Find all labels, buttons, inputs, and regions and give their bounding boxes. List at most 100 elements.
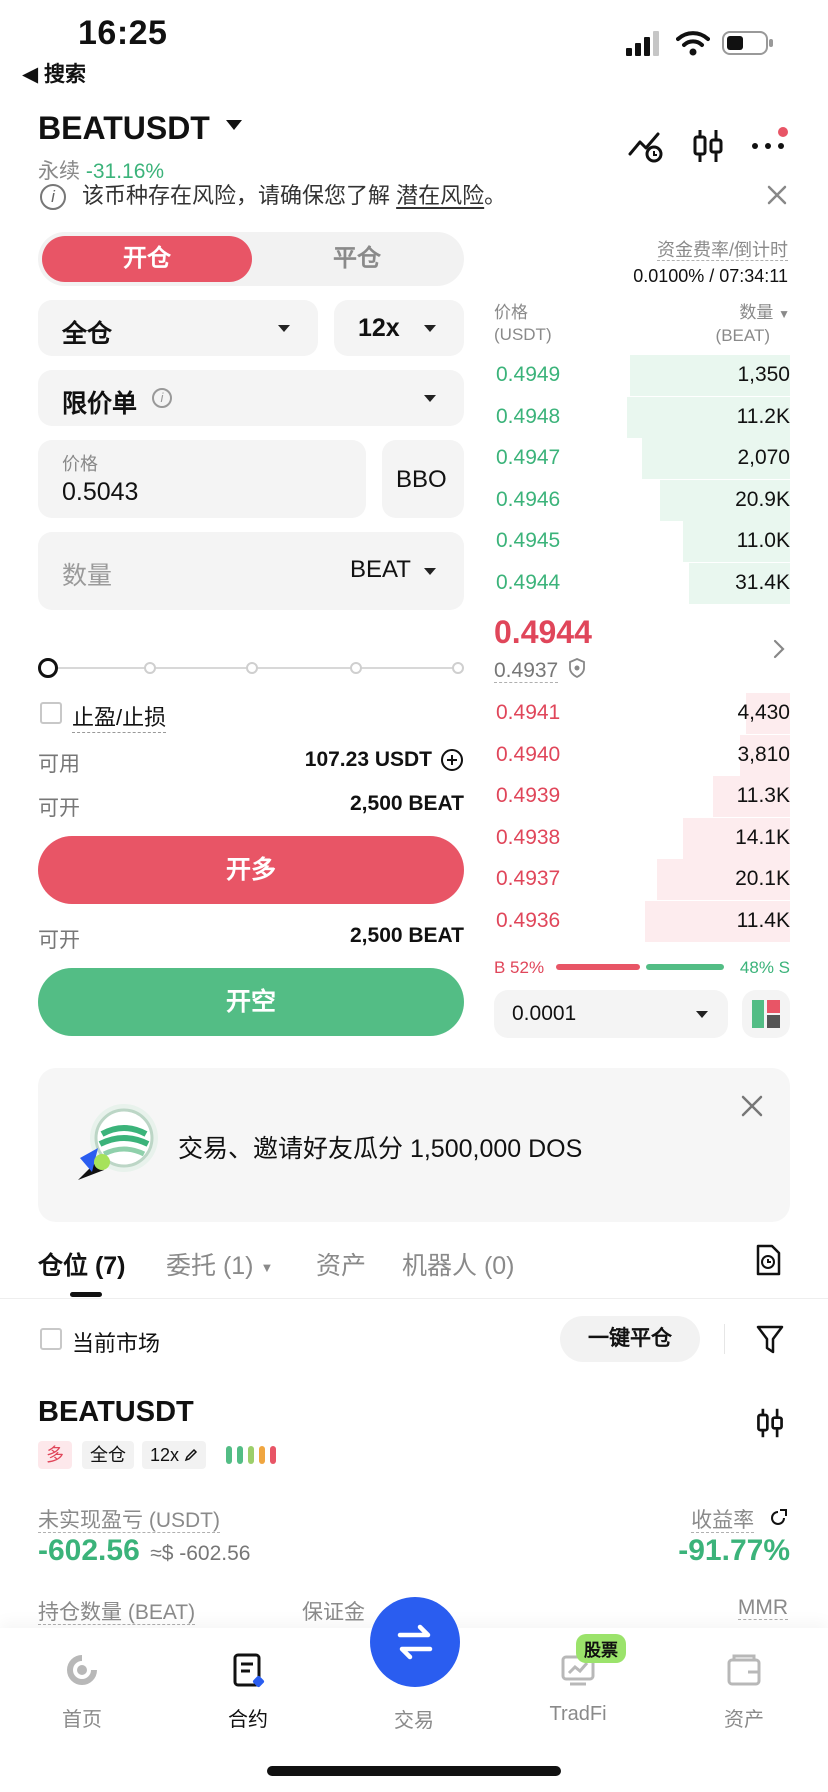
leverage-tag[interactable]: 12x <box>142 1441 207 1470</box>
nav-trade[interactable]: 交易 <box>354 1694 474 1733</box>
trade-fab[interactable] <box>370 1597 460 1687</box>
mark-price: 0.4937 <box>494 658 586 684</box>
filter-icon[interactable] <box>756 1324 784 1361</box>
ob-qty-header[interactable]: 数量 ▼ (BEAT) <box>716 302 790 347</box>
chevron-down-icon <box>278 325 290 332</box>
add-funds-icon[interactable] <box>440 748 464 777</box>
ask-quantity: 11.2K <box>736 404 790 428</box>
ask-quantity: 20.9K <box>735 487 790 511</box>
ask-quantity: 31.4K <box>735 571 790 594</box>
slider-stop-75[interactable] <box>350 662 362 674</box>
bid-row[interactable]: 0.4940 3,810 <box>494 734 790 776</box>
open-short-button[interactable]: 开空 <box>38 968 464 1036</box>
nav-assets-label: 资产 <box>724 1709 764 1731</box>
quantity-input[interactable]: 数量 BEAT <box>38 532 464 610</box>
slider-stop-50[interactable] <box>246 662 258 674</box>
ask-row[interactable]: 0.4944 31.4K <box>494 563 790 604</box>
notice-end: 。 <box>484 183 507 208</box>
margin-mode-select[interactable]: 全仓 <box>38 300 318 356</box>
risk-link[interactable]: 潜在风险 <box>396 183 484 208</box>
chevron-down-icon <box>424 568 436 575</box>
ask-quantity: 2,070 <box>737 446 790 470</box>
order-type-select[interactable]: 限价单 i <box>38 370 464 426</box>
status-time: 16:25 <box>78 14 168 52</box>
bid-row[interactable]: 0.4941 4,430 <box>494 693 790 734</box>
ob-price-label: 价格 <box>494 303 528 322</box>
notice-text: 该币种存在风险，请确保您了解 <box>82 183 391 208</box>
slider-stop-25[interactable] <box>144 662 156 674</box>
shield-icon <box>568 658 586 684</box>
tab-close-position[interactable]: 平仓 <box>252 236 462 282</box>
chevron-down-icon: ▼ <box>260 1259 274 1275</box>
current-market-checkbox[interactable] <box>40 1328 62 1350</box>
bid-row[interactable]: 0.4939 11.3K <box>494 776 790 818</box>
ask-row[interactable]: 0.4945 11.0K <box>494 521 790 563</box>
risk-level-icon <box>226 1444 280 1471</box>
symbol-title[interactable]: BEATUSDT <box>38 110 210 147</box>
bid-row[interactable]: 0.4938 14.1K <box>494 817 790 859</box>
open-long-button[interactable]: 开多 <box>38 836 464 904</box>
nav-home[interactable]: 首页 <box>22 1652 142 1732</box>
roi-label[interactable]: 收益率 <box>691 1504 788 1534</box>
nav-assets[interactable]: 资产 <box>684 1652 804 1732</box>
sell-ratio: 48% S <box>739 958 790 977</box>
ask-row[interactable]: 0.4947 2,070 <box>494 438 790 480</box>
leverage-select[interactable]: 12x <box>334 300 464 356</box>
symbol-dropdown-icon[interactable] <box>226 120 242 130</box>
risk-notice: i 该币种存在风险，请确保您了解 潜在风险。 <box>40 178 507 211</box>
tab-open-position[interactable]: 开仓 <box>42 236 252 282</box>
price-alert-icon[interactable] <box>628 128 664 164</box>
tab-positions[interactable]: 仓位 (7) <box>38 1246 126 1282</box>
bid-row[interactable]: 0.4936 11.4K <box>494 901 790 942</box>
more-menu-icon[interactable] <box>750 126 792 161</box>
history-icon[interactable] <box>754 1244 782 1281</box>
buy-ratio-bar <box>556 964 640 970</box>
close-all-button[interactable]: 一键平仓 <box>560 1316 700 1362</box>
back-to-search-link[interactable]: ◀ 搜索 <box>22 58 86 88</box>
nav-tradfi[interactable]: TradFi <box>518 1652 638 1726</box>
ask-row[interactable]: 0.4949 1,350 <box>494 355 790 396</box>
can-open-long-value: 2,500 BEAT <box>350 792 464 815</box>
quantity-unit[interactable]: BEAT <box>350 556 411 584</box>
bid-quantity: 11.4K <box>736 909 790 932</box>
price-input[interactable]: 价格 0.5043 <box>38 440 366 518</box>
tpsl-checkbox[interactable] <box>40 702 62 724</box>
bbo-button[interactable]: BBO <box>382 440 464 518</box>
quantity-placeholder: 数量 <box>62 562 113 590</box>
bid-price: 0.4940 <box>496 742 561 766</box>
precision-select[interactable]: 0.0001 <box>494 990 728 1038</box>
funding-value: 0.0100% / 07:34:11 <box>633 266 788 286</box>
bid-quantity: 20.1K <box>735 867 790 891</box>
close-banner-icon[interactable] <box>740 1094 764 1123</box>
tab-orders[interactable]: 委托 (1) ▼ <box>166 1246 273 1282</box>
bid-row[interactable]: 0.4937 20.1K <box>494 859 790 901</box>
nav-contract[interactable]: 合约 <box>188 1652 308 1732</box>
tab-bots[interactable]: 机器人 (0) <box>402 1246 515 1282</box>
chevron-right-icon[interactable] <box>772 638 786 665</box>
current-market-label[interactable]: 当前市场 <box>72 1326 160 1358</box>
slider-stop-100[interactable] <box>452 662 464 674</box>
ask-row[interactable]: 0.4948 11.2K <box>494 396 790 438</box>
nav-contract-label: 合约 <box>228 1709 268 1731</box>
tpsl-label[interactable]: 止盈/止损 <box>72 700 167 733</box>
ask-price: 0.4948 <box>496 404 561 428</box>
share-icon <box>768 1508 788 1534</box>
edit-icon <box>184 1442 198 1470</box>
tab-assets[interactable]: 资产 <box>316 1246 366 1282</box>
orderbook-layout-button[interactable] <box>742 990 790 1038</box>
nav-tradfi-label: TradFi <box>549 1703 607 1725</box>
position-chart-icon[interactable] <box>754 1406 786 1445</box>
buy-ratio: B 52% <box>494 958 545 977</box>
position-symbol[interactable]: BEATUSDT <box>38 1396 194 1429</box>
bid-price: 0.4938 <box>496 825 561 849</box>
ask-row[interactable]: 0.4946 20.9K <box>494 479 790 521</box>
roi-value: -91.77% <box>678 1534 790 1567</box>
available-value: 107.23 USDT <box>304 748 432 771</box>
close-notice-icon[interactable] <box>766 184 788 211</box>
candlestick-chart-icon[interactable] <box>690 128 726 164</box>
chevron-down-icon <box>424 395 436 402</box>
quantity-slider-handle[interactable] <box>38 658 58 678</box>
bbo-label: BBO <box>396 466 447 493</box>
nav-trade-label: 交易 <box>394 1710 434 1732</box>
mark-price-value: 0.4937 <box>494 658 559 683</box>
